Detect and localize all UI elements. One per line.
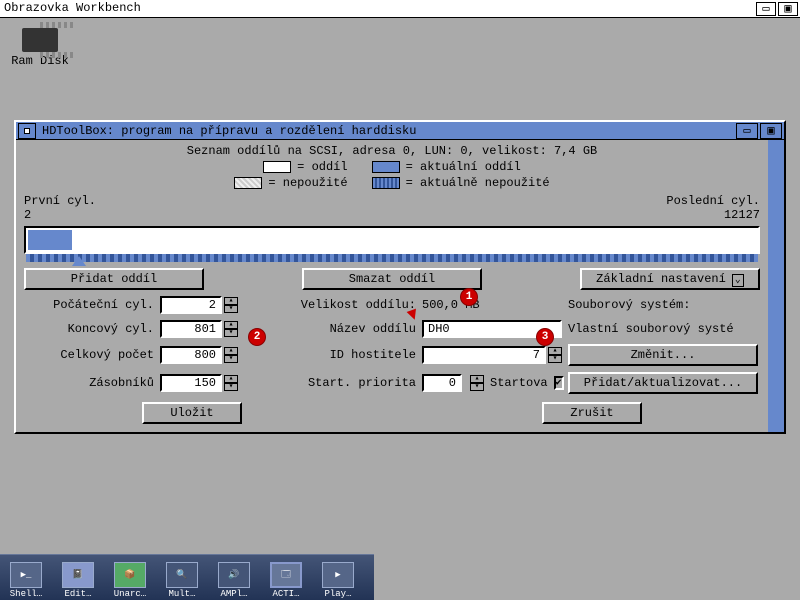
spin-down-icon[interactable]: ▾ (224, 305, 238, 313)
bootpri-label: Start. priorita (276, 376, 416, 390)
marker-2: 2 (248, 328, 266, 346)
spin-down-icon[interactable]: ▾ (470, 383, 484, 391)
dock-label: Shell (10, 589, 42, 599)
titlebar[interactable]: HDToolBox: program na přípravu a rozděle… (16, 122, 784, 140)
hostid-label: ID hostitele (276, 348, 416, 362)
dock-label: ACTI (272, 589, 299, 599)
last-cyl-label: Poslední cyl. (666, 194, 760, 208)
slider-handle[interactable] (72, 256, 86, 266)
swatch-unused (234, 177, 262, 189)
basic-setup-label: Základní nastavení (596, 272, 726, 286)
bootpri-input[interactable] (422, 374, 462, 392)
start-cyl-label: Počáteční cyl. (24, 298, 154, 312)
dock-shell[interactable]: ▶_Shell (2, 557, 50, 599)
dock-acti[interactable]: 🗔ACTI (262, 557, 310, 599)
speaker-icon: 🔊 (218, 562, 250, 588)
add-update-button[interactable]: Přidat/aktualizovat... (568, 372, 758, 394)
depth-gadget[interactable]: ▣ (760, 123, 782, 139)
hdtoolbox-window: HDToolBox: program na přípravu a rozděle… (14, 120, 786, 434)
dock-play[interactable]: ▶Play (314, 557, 362, 599)
buffers-input[interactable] (160, 374, 222, 392)
legend-partition: = oddíl (297, 160, 347, 174)
zoom-gadget[interactable]: ▭ (736, 123, 758, 139)
name-label: Název oddílu (276, 322, 416, 336)
legend: = oddíl = aktuální oddíl (24, 160, 760, 174)
buffers-label: Zásobníků (24, 376, 154, 390)
spin-down-icon[interactable]: ▾ (224, 355, 238, 363)
dock: ▶_Shell 📓Edit 📦Unarc 🔍Mult 🔊AMPl 🗔ACTI ▶… (0, 554, 374, 600)
active-partition-region[interactable] (28, 230, 72, 250)
end-cyl-input[interactable] (160, 320, 222, 338)
dock-label: Mult (168, 589, 195, 599)
menubar-title: Obrazovka Workbench (4, 1, 141, 15)
end-cyl-label: Koncový cyl. (24, 322, 154, 336)
notebook-icon: 📓 (62, 562, 94, 588)
total-label: Celkový počet (24, 348, 154, 362)
hostid-input[interactable] (422, 346, 546, 364)
filesys-label: Souborový systém: (568, 298, 758, 312)
change-button[interactable]: Změnit... (568, 344, 758, 366)
marker-1: 1 (460, 288, 478, 306)
dock-label: Edit (64, 589, 91, 599)
total-field[interactable]: ▴▾ (160, 346, 270, 364)
window-title: HDToolBox: program na přípravu a rozděle… (38, 124, 416, 138)
screen-front-gadget[interactable]: ▣ (778, 2, 798, 16)
start-cyl-field[interactable]: ▴▾ (160, 296, 270, 314)
delete-partition-button[interactable]: Smazat oddíl (302, 268, 482, 290)
size-label: Velikost oddílu: (276, 298, 416, 312)
menubar: Obrazovka Workbench ▭ ▣ (0, 0, 800, 18)
save-button[interactable]: Uložit (142, 402, 242, 424)
chip-icon (22, 28, 58, 52)
shell-icon: ▶_ (10, 562, 42, 588)
first-cyl-label: První cyl. (24, 194, 96, 208)
cancel-button[interactable]: Zrušit (542, 402, 642, 424)
legend-unused: = nepoužité (268, 176, 347, 190)
total-input[interactable] (160, 346, 222, 364)
close-gadget[interactable] (18, 123, 36, 139)
basic-setup-button[interactable]: Základní nastavení ⌄ (580, 268, 760, 290)
legend-active: = aktuální oddíl (406, 160, 521, 174)
dock-label: Unarc (114, 589, 146, 599)
buffers-field[interactable]: ▴▾ (160, 374, 270, 392)
dock-label: Play (324, 589, 351, 599)
dock-edit[interactable]: 📓Edit (54, 557, 102, 599)
bootable-checkbox[interactable]: ✔ (554, 376, 564, 390)
swatch-partition (263, 161, 291, 173)
ramdisk-icon[interactable]: Ram Disk (10, 24, 70, 68)
partition-bar[interactable] (24, 226, 760, 254)
box-icon: 📦 (114, 562, 146, 588)
dropdown-icon: ⌄ (732, 274, 744, 287)
size-value: 500,0 MB (422, 298, 562, 312)
swatch-active (372, 161, 400, 173)
legend2: = nepoužité = aktuálně nepoužité (24, 176, 760, 190)
swatch-active-unused (372, 177, 400, 189)
dock-unarc[interactable]: 📦Unarc (106, 557, 154, 599)
dock-mult[interactable]: 🔍Mult (158, 557, 206, 599)
legend-active-unused: = aktuálně nepoužité (406, 176, 550, 190)
magnifier-icon: 🔍 (166, 562, 198, 588)
form-grid: Počáteční cyl. ▴▾ Velikost oddílu: 500,0… (24, 296, 760, 394)
start-cyl-input[interactable] (160, 296, 222, 314)
window-icon: 🗔 (270, 562, 302, 588)
filesys-value: Vlastní souborový systé (568, 322, 758, 336)
play-icon: ▶ (322, 562, 354, 588)
last-cyl-value: 12127 (666, 208, 760, 222)
spin-down-icon[interactable]: ▾ (224, 329, 238, 337)
slider-track[interactable] (26, 254, 758, 262)
add-partition-button[interactable]: Přidat oddíl (24, 268, 204, 290)
spin-down-icon[interactable]: ▾ (224, 383, 238, 391)
screen-depth-gadget[interactable]: ▭ (756, 2, 776, 16)
first-cyl-value: 2 (24, 208, 96, 222)
bootable-label: Startova (490, 376, 548, 390)
marker-3: 3 (536, 328, 554, 346)
spin-down-icon[interactable]: ▾ (548, 355, 562, 363)
info-line: Seznam oddílů na SCSI, adresa 0, LUN: 0,… (24, 144, 760, 158)
dock-ampl[interactable]: 🔊AMPl (210, 557, 258, 599)
check-icon: ✔ (556, 377, 562, 389)
dock-label: AMPl (220, 589, 247, 599)
